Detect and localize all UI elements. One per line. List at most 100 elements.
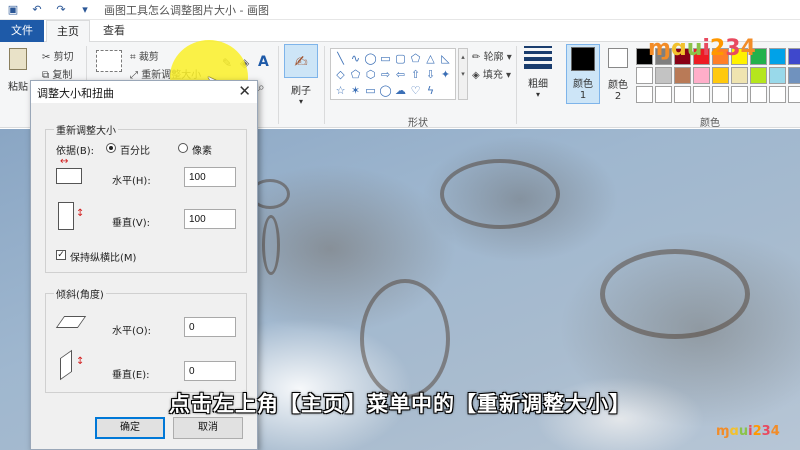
arrow-left-shape-icon[interactable]: ⇦ [393, 67, 408, 83]
palette-swatch[interactable] [769, 67, 786, 84]
skew-horizontal-icon [55, 316, 87, 328]
triangle-shape-icon[interactable]: △ [423, 51, 438, 67]
color1-button[interactable]: 颜色 1 [566, 44, 600, 104]
undo-icon[interactable]: ↶ [30, 3, 44, 17]
polygon-shape-icon[interactable]: ⬠ [408, 51, 423, 67]
tab-view[interactable]: 查看 [96, 20, 132, 42]
crop-button[interactable]: ⌗ 裁剪 [130, 48, 159, 63]
horizontal-resize-icon [56, 168, 82, 184]
palette-swatch[interactable] [769, 48, 786, 65]
horizontal-label: 水平(H): [112, 176, 151, 187]
colors-group-label: 颜色 [700, 118, 720, 129]
color2-button[interactable]: 颜色 2 [604, 48, 632, 102]
size-button[interactable]: 粗细 ▾ [524, 46, 552, 99]
text-icon[interactable]: A [258, 54, 269, 70]
shapes-gallery[interactable]: ╲ ∿ ◯ ▭ ▢ ⬠ △ ◺ ◇ ⬠ ⬡ ⇨ ⇦ ⇧ ⇩ ✦ ☆ ✶ ▭ ◯ … [330, 48, 456, 100]
palette-swatch[interactable] [655, 86, 672, 103]
line-shape-icon[interactable]: ╲ [333, 51, 348, 67]
skew-vertical-arrow-icon: ↕ [76, 356, 85, 367]
tab-file[interactable]: 文件 [0, 20, 44, 42]
keep-ratio-checkbox[interactable]: ✓ [56, 250, 66, 260]
select-icon[interactable] [96, 50, 122, 72]
window-title: 画图工具怎么调整图片大小 - 画图 [104, 3, 269, 17]
title-bar: ▣ ↶ ↷ ▾ 画图工具怎么调整图片大小 - 画图 [0, 0, 800, 20]
brushes-button[interactable]: ✍ 刷子 ▾ [284, 44, 318, 106]
watermark-logo-bottom: ɱɑui234 [716, 424, 780, 439]
arrow-down-shape-icon[interactable]: ⇩ [423, 67, 438, 83]
palette-swatch[interactable] [731, 67, 748, 84]
diamond-shape-icon[interactable]: ◇ [333, 67, 348, 83]
lightning-shape-icon[interactable]: ϟ [423, 83, 438, 99]
palette-swatch[interactable] [674, 86, 691, 103]
color1-swatch [571, 47, 595, 71]
palette-swatch[interactable] [655, 67, 672, 84]
pixels-radio[interactable] [178, 143, 188, 153]
horizontal-input[interactable] [184, 167, 236, 187]
fill-shape-button[interactable]: ◈ 填充 ▾ [472, 66, 511, 81]
palette-swatch[interactable] [693, 86, 710, 103]
shapes-group-label: 形状 [408, 118, 428, 129]
close-icon[interactable]: ✕ [238, 82, 251, 100]
percent-radio[interactable] [106, 143, 116, 153]
palette-swatch[interactable] [693, 67, 710, 84]
magnifier-icon[interactable]: ⌕ [258, 80, 265, 95]
pixels-label[interactable]: 像素 [192, 142, 212, 157]
palette-swatch[interactable] [769, 86, 786, 103]
palette-swatch[interactable] [731, 86, 748, 103]
vertical-resize-icon [58, 202, 74, 230]
shapes-scroll[interactable]: ▴ ▾ [458, 48, 468, 100]
percent-label[interactable]: 百分比 [120, 142, 150, 157]
callout-rect-shape-icon[interactable]: ▭ [363, 83, 378, 99]
palette-swatch[interactable] [750, 86, 767, 103]
dialog-title: 调整大小和扭曲 [37, 87, 114, 100]
tab-home[interactable]: 主页 [46, 20, 90, 43]
outline-button[interactable]: ✏ 轮廓 ▾ [472, 48, 512, 63]
palette-swatch[interactable] [674, 67, 691, 84]
palette-swatch[interactable] [788, 86, 800, 103]
by-label: 依据(B): [56, 146, 95, 157]
palette-swatch[interactable] [636, 86, 653, 103]
hexagon-shape-icon[interactable]: ⬡ [363, 67, 378, 83]
cloud-shape-icon[interactable]: ☁ [393, 83, 408, 99]
star5-shape-icon[interactable]: ☆ [333, 83, 348, 99]
skew-vertical-icon [60, 349, 72, 381]
palette-swatch[interactable] [750, 67, 767, 84]
skew-vertical-input[interactable] [184, 361, 236, 381]
cancel-button[interactable]: 取消 [173, 417, 243, 439]
palette-swatch[interactable] [788, 48, 800, 65]
clipboard-icon [9, 48, 27, 70]
palette-swatch[interactable] [636, 67, 653, 84]
keep-ratio-label[interactable]: 保持纵横比(M) [70, 249, 136, 264]
curve-shape-icon[interactable]: ∿ [348, 51, 363, 67]
callout-oval-shape-icon[interactable]: ◯ [378, 83, 393, 99]
oval-shape-icon[interactable]: ◯ [363, 51, 378, 67]
redo-icon[interactable]: ↷ [54, 3, 68, 17]
customize-dropdown-icon[interactable]: ▾ [78, 3, 92, 17]
arrow-up-shape-icon[interactable]: ⇧ [408, 67, 423, 83]
ok-button[interactable]: 确定 [95, 417, 165, 439]
pentagon-shape-icon[interactable]: ⬠ [348, 67, 363, 83]
subtitle-caption: 点击左上角【主页】菜单中的【重新调整大小】 [169, 392, 631, 416]
arrow-right-shape-icon[interactable]: ⇨ [378, 67, 393, 83]
palette-swatch[interactable] [788, 67, 800, 84]
vertical-input[interactable] [184, 209, 236, 229]
right-triangle-shape-icon[interactable]: ◺ [438, 51, 453, 67]
star4-shape-icon[interactable]: ✦ [438, 67, 453, 83]
skew-group: 倾斜(角度) 水平(O): ↕ 垂直(E): [45, 286, 247, 393]
palette-swatch[interactable] [712, 67, 729, 84]
save-icon[interactable]: ▣ [6, 3, 20, 17]
vertical-label: 垂直(V): [112, 218, 151, 229]
resize-group: 重新调整大小 依据(B): 百分比 像素 ↔ 水平(H): ↕ 垂直(V): ✓… [45, 122, 247, 273]
star6-shape-icon[interactable]: ✶ [348, 83, 363, 99]
heart-shape-icon[interactable]: ♡ [408, 83, 423, 99]
rect-shape-icon[interactable]: ▭ [378, 51, 393, 67]
paste-button[interactable]: 粘贴 [8, 48, 28, 93]
cut-button[interactable]: ✂ 剪切 [42, 48, 74, 63]
copy-button[interactable]: ⧉ 复制 [42, 66, 72, 81]
horizontal-arrow-icon: ↔ [60, 156, 69, 167]
palette-swatch[interactable] [712, 86, 729, 103]
skew-horizontal-input[interactable] [184, 317, 236, 337]
dialog-title-bar: 调整大小和扭曲 ✕ [31, 81, 257, 103]
rounded-rect-shape-icon[interactable]: ▢ [393, 51, 408, 67]
color2-swatch [608, 48, 628, 68]
